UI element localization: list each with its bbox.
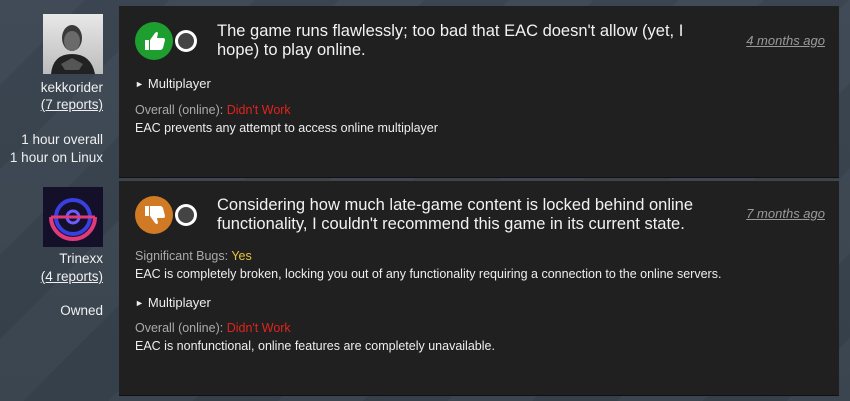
playtime-linux: 1 hour on Linux <box>9 150 103 165</box>
triangle-right-icon: ► <box>135 298 144 308</box>
significant-bugs-label: Significant Bugs: <box>135 249 232 263</box>
multiplayer-toggle[interactable]: ► Multiplayer <box>135 76 211 91</box>
overall-online-line: Overall (online): Didn't Work <box>135 103 291 117</box>
significant-bugs-note: EAC is completely broken, locking you ou… <box>135 267 722 281</box>
multiplayer-toggle-label: Multiplayer <box>147 76 211 91</box>
report-date[interactable]: 4 months ago <box>746 33 825 48</box>
thumbs-down-icon <box>135 196 173 234</box>
report-row: Trinexx (4 reports) Owned Considering ho… <box>0 179 850 396</box>
overall-online-note: EAC prevents any attempt to access onlin… <box>135 121 438 135</box>
overall-online-label: Overall (online): <box>135 103 227 117</box>
overall-online-label: Overall (online): <box>135 321 227 335</box>
avatar[interactable] <box>43 14 103 74</box>
report-summary: The game runs flawlessly; too bad that E… <box>217 22 684 59</box>
triangle-right-icon: ► <box>135 79 144 89</box>
multiplayer-toggle-label: Multiplayer <box>147 295 211 310</box>
significant-bugs-line: Significant Bugs: Yes <box>135 249 252 263</box>
report-card: Considering how much late-game content i… <box>119 180 839 396</box>
significant-bugs-value: Yes <box>231 249 252 263</box>
rating-knob-icon <box>175 30 197 52</box>
avatar[interactable] <box>43 187 103 247</box>
overall-online-value: Didn't Work <box>226 103 291 117</box>
overall-online-note: EAC is nonfunctional, online features ar… <box>135 339 495 353</box>
overall-online-line: Overall (online): Didn't Work <box>135 321 291 335</box>
rating-knob-icon <box>175 204 197 226</box>
playtime-overall: 1 hour overall <box>21 132 103 147</box>
report-card: The game runs flawlessly; too bad that E… <box>119 6 839 178</box>
user-reports-link[interactable]: (4 reports) <box>41 269 103 284</box>
report-date[interactable]: 7 months ago <box>746 206 825 221</box>
ownership-status: Owned <box>60 303 103 318</box>
multiplayer-toggle[interactable]: ► Multiplayer <box>135 295 211 310</box>
report-summary: Considering how much late-game content i… <box>217 196 694 233</box>
username[interactable]: Trinexx <box>59 251 103 266</box>
report-row: kekkorider (7 reports) 1 hour overall 1 … <box>0 0 850 179</box>
username[interactable]: kekkorider <box>41 80 103 95</box>
overall-online-value: Didn't Work <box>226 321 291 335</box>
thumbs-up-icon <box>135 22 173 60</box>
user-reports-link[interactable]: (7 reports) <box>41 97 103 112</box>
